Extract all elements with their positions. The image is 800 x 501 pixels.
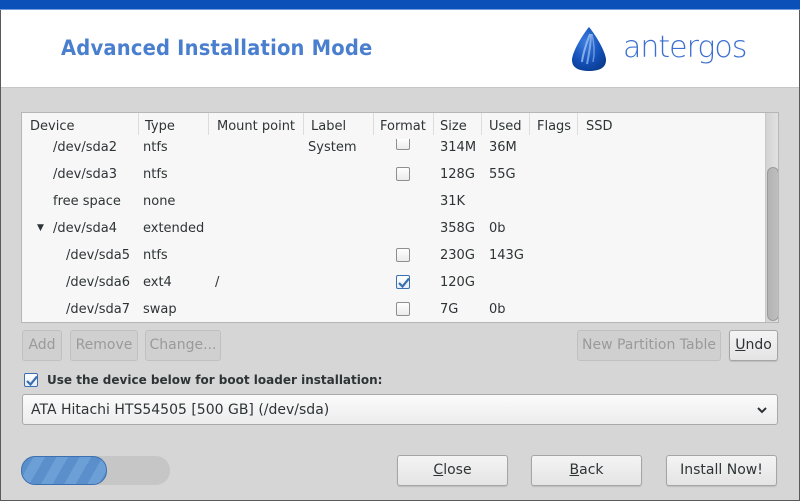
change-partition-button[interactable]: Change... xyxy=(145,330,221,361)
cell-type: ntfs xyxy=(143,140,168,155)
cell-type: ext4 xyxy=(143,275,172,290)
cell-used: 143G xyxy=(489,248,524,263)
antergos-drop-logo-icon xyxy=(572,27,606,71)
cell-size: 230G xyxy=(440,248,475,263)
cell-mount-point: / xyxy=(215,275,220,290)
cell-size: 128G xyxy=(440,167,475,182)
column-header-format[interactable]: Format xyxy=(380,119,426,134)
cell-device: /dev/sda3 xyxy=(53,167,117,182)
checkmark-icon xyxy=(26,375,38,387)
cell-used: 55G xyxy=(489,167,516,182)
undo-button[interactable]: Undo xyxy=(729,330,778,361)
column-header-label[interactable]: Label xyxy=(311,119,346,134)
remove-partition-button[interactable]: Remove xyxy=(70,330,138,361)
format-checkbox[interactable] xyxy=(396,167,410,181)
back-button[interactable]: Back xyxy=(531,455,642,486)
install-now-button[interactable]: Install Now! xyxy=(666,455,777,486)
cell-used: 0b xyxy=(489,302,506,317)
table-header: Device Type Mount point Label Format Siz… xyxy=(22,113,764,137)
table-row[interactable]: /dev/sda7 swap 7G 0b xyxy=(22,302,764,322)
cell-type: extended xyxy=(143,221,205,236)
close-label: lose xyxy=(443,462,472,478)
cell-size: 314M xyxy=(440,140,477,155)
undo-mnemonic: U xyxy=(735,337,746,353)
install-progress-bar xyxy=(21,456,170,485)
undo-label: ndo xyxy=(745,337,772,353)
column-separator xyxy=(433,113,434,135)
cell-size: 31K xyxy=(440,194,466,209)
cell-type: swap xyxy=(143,302,177,317)
table-row[interactable]: free space none 31K xyxy=(22,194,764,221)
column-header-type[interactable]: Type xyxy=(145,119,175,134)
close-mnemonic: C xyxy=(433,462,444,478)
column-separator xyxy=(138,113,139,135)
column-separator xyxy=(481,113,482,135)
checkmark-icon xyxy=(398,277,410,289)
table-row[interactable]: ▼ /dev/sda4 extended 358G 0b xyxy=(22,221,764,248)
column-separator xyxy=(373,113,374,135)
cell-device: /dev/sda6 xyxy=(66,275,130,290)
column-separator xyxy=(529,113,530,135)
cell-size: 358G xyxy=(440,221,475,236)
format-checkbox[interactable] xyxy=(396,302,410,316)
cell-device: /dev/sda7 xyxy=(66,302,130,317)
column-header-mount-point[interactable]: Mount point xyxy=(217,119,295,134)
logo-text: antergos xyxy=(623,30,747,65)
cell-used: 36M xyxy=(489,140,517,155)
cell-size: 7G xyxy=(440,302,459,317)
add-partition-button[interactable]: Add xyxy=(22,330,62,361)
back-mnemonic: B xyxy=(569,462,580,478)
cell-used: 0b xyxy=(489,221,506,236)
page-title: Advanced Installation Mode xyxy=(61,36,373,60)
close-button[interactable]: Close xyxy=(397,455,508,486)
partition-table[interactable]: Device Type Mount point Label Format Siz… xyxy=(21,112,779,323)
bootloader-checkbox[interactable] xyxy=(24,373,38,387)
column-header-ssd[interactable]: SSD xyxy=(586,119,613,134)
table-row[interactable]: /dev/sda2 ntfs System 314M 36M xyxy=(22,139,764,167)
expander-triangle-icon[interactable]: ▼ xyxy=(37,223,44,233)
column-separator xyxy=(577,113,578,135)
cell-size: 120G xyxy=(440,275,475,290)
cell-device: free space xyxy=(53,194,121,209)
chevron-down-icon xyxy=(757,407,767,414)
vertical-scrollbar[interactable] xyxy=(765,113,778,322)
column-header-flags[interactable]: Flags xyxy=(537,119,571,134)
cell-device: /dev/sda5 xyxy=(66,248,130,263)
cell-device: /dev/sda2 xyxy=(53,140,117,155)
bootloader-label: Use the device below for boot loader ins… xyxy=(47,373,383,387)
back-label: ack xyxy=(579,462,604,478)
table-row[interactable]: /dev/sda6 ext4 / 120G xyxy=(22,275,764,302)
column-header-device[interactable]: Device xyxy=(30,119,74,134)
cell-type: ntfs xyxy=(143,167,168,182)
scrollbar-thumb[interactable] xyxy=(767,167,778,321)
column-header-size[interactable]: Size xyxy=(440,119,467,134)
progress-fill xyxy=(21,456,108,485)
format-checkbox-checked[interactable] xyxy=(396,275,410,289)
format-checkbox[interactable] xyxy=(396,139,410,150)
table-row[interactable]: /dev/sda3 ntfs 128G 55G xyxy=(22,167,764,194)
selected-device: ATA Hitachi HTS54505 [500 GB] (/dev/sda) xyxy=(31,402,330,418)
cell-type: ntfs xyxy=(143,248,168,263)
column-header-used[interactable]: Used xyxy=(489,119,522,134)
header: Advanced Installation Mode antergos xyxy=(1,10,799,88)
format-checkbox[interactable] xyxy=(396,248,410,262)
window-top-bar xyxy=(0,0,800,10)
column-separator xyxy=(303,113,304,135)
antergos-logo: antergos xyxy=(571,26,771,86)
column-separator xyxy=(208,113,209,135)
table-row[interactable]: /dev/sda5 ntfs 230G 143G xyxy=(22,248,764,275)
cell-device: /dev/sda4 xyxy=(53,221,117,236)
bootloader-device-select[interactable]: ATA Hitachi HTS54505 [500 GB] (/dev/sda) xyxy=(22,394,778,425)
new-partition-table-button[interactable]: New Partition Table xyxy=(577,330,721,361)
cell-type: none xyxy=(143,194,176,209)
cell-label: System xyxy=(308,140,357,155)
